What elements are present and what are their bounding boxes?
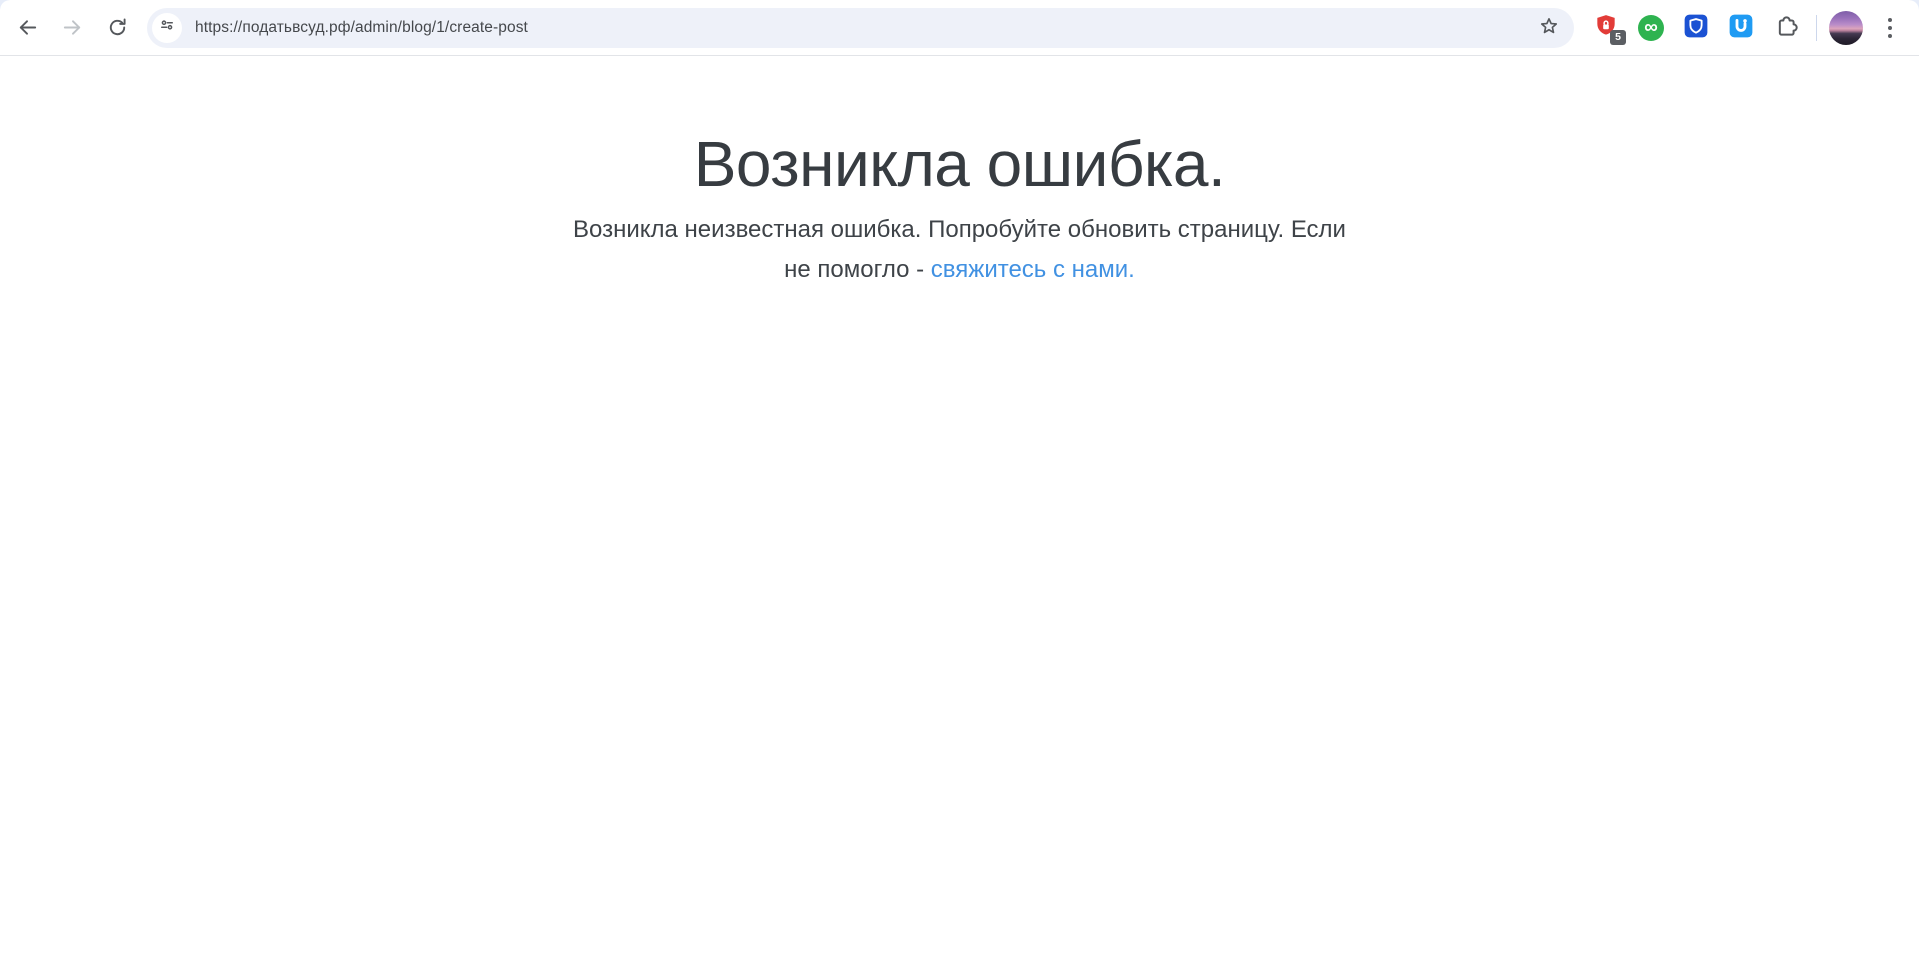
u-letter-icon (1728, 13, 1754, 42)
error-message-line1: Возникла неизвестная ошибка. Попробуйте … (573, 216, 1346, 243)
infinity-icon: ∞ (1638, 14, 1664, 41)
error-message: Возникла неизвестная ошибка. Попробуйте … (0, 210, 1919, 290)
reload-button[interactable] (100, 11, 134, 45)
back-icon (16, 16, 39, 39)
extensions-menu-button[interactable] (1770, 12, 1802, 44)
star-icon (1538, 15, 1560, 40)
forward-icon (61, 16, 84, 39)
back-button[interactable] (10, 11, 44, 45)
bookmark-star-button[interactable] (1534, 13, 1564, 43)
browser-toolbar: https://податьвсуд.рф/admin/blog/1/creat… (0, 0, 1919, 56)
tune-icon (158, 16, 176, 39)
three-dots-icon (1888, 17, 1892, 38)
bitwarden-extension-button[interactable] (1680, 12, 1712, 44)
error-title: Возникла ошибка. (693, 128, 1226, 200)
u-extension-button[interactable] (1725, 12, 1757, 44)
error-message-line2-prefix: не помогло - (784, 256, 931, 283)
chrome-menu-button[interactable] (1873, 11, 1907, 45)
error-message-line2: не помогло - свяжитесь с нами. (0, 250, 1919, 290)
infinity-extension-button[interactable]: ∞ (1635, 12, 1667, 44)
reload-icon (106, 16, 129, 39)
browser-window: https://податьвсуд.рф/admin/blog/1/creat… (0, 0, 1919, 977)
contact-us-link[interactable]: свяжитесь с нами. (931, 256, 1135, 283)
page-content: Возникла ошибка. Возникла неизвестная ош… (0, 56, 1919, 977)
extensions-row: 5 ∞ (1590, 12, 1802, 45)
adguard-badge: 5 (1610, 29, 1626, 45)
address-bar[interactable]: https://податьвсуд.рф/admin/blog/1/creat… (147, 7, 1574, 48)
site-info-button[interactable] (152, 12, 182, 43)
toolbar-separator (1816, 14, 1817, 41)
url-text[interactable]: https://податьвсуд.рф/admin/blog/1/creat… (195, 19, 1534, 37)
puzzle-icon (1774, 14, 1799, 42)
bitwarden-shield-icon (1683, 13, 1709, 42)
forward-button[interactable] (55, 11, 89, 45)
adguard-extension-button[interactable]: 5 (1590, 12, 1626, 45)
profile-avatar[interactable] (1829, 10, 1863, 45)
